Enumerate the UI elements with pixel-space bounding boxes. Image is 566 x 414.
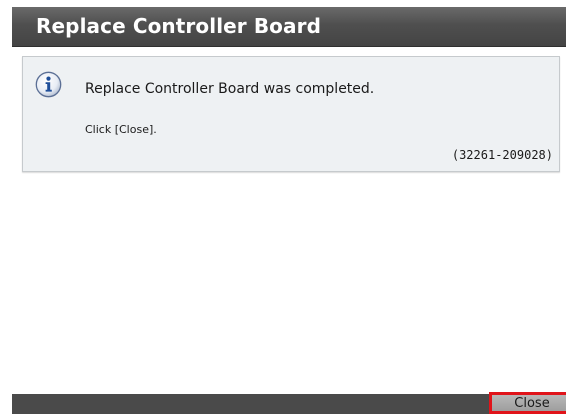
dialog-title-bar: Replace Controller Board: [12, 7, 566, 47]
completion-message-text: Replace Controller Board was completed.: [85, 81, 375, 97]
message-code: (32261-209028): [451, 148, 553, 162]
completion-message-box: Replace Controller Board was completed. …: [22, 56, 560, 172]
dialog-title: Replace Controller Board: [36, 14, 321, 38]
close-instruction-text: Click [Close].: [85, 123, 157, 136]
close-button[interactable]: Close: [489, 392, 566, 414]
dialog-footer-bar: [12, 394, 566, 414]
replace-controller-board-dialog: Replace Controller Board Replace Control…: [0, 0, 566, 414]
info-icon: [35, 71, 62, 98]
